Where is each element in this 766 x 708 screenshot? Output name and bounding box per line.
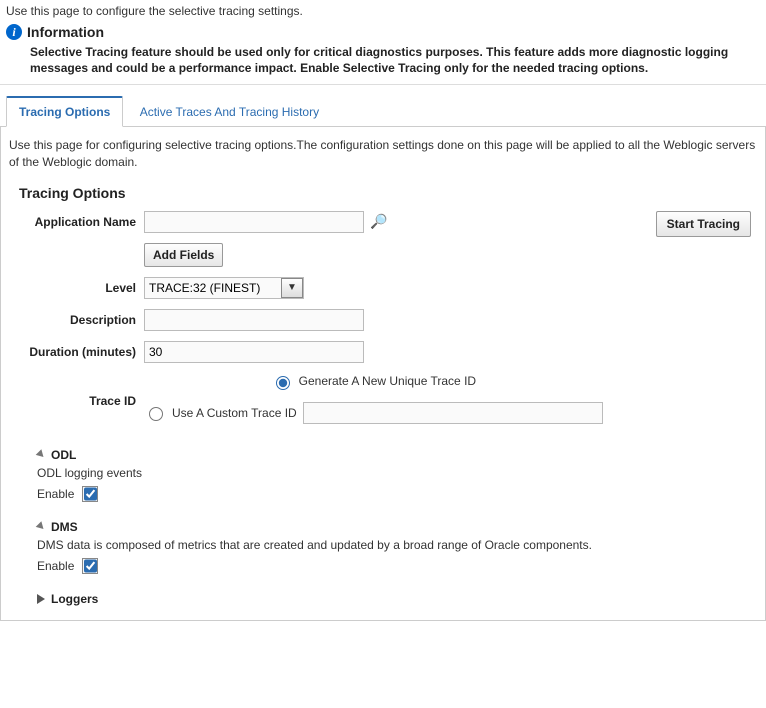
section-title: Tracing Options [19,185,757,201]
odl-title: ODL [51,448,76,462]
dms-title: DMS [51,520,78,534]
trace-id-custom-radio[interactable] [149,407,163,421]
tracing-options-panel: Use this page for configuring selective … [0,127,766,621]
trace-id-custom-label: Use A Custom Trace ID [172,406,297,420]
odl-section: ODL ODL logging events Enable [37,448,757,502]
application-name-label: Application Name [19,215,144,229]
dms-enable-checkbox[interactable] [84,559,97,573]
trace-id-generate-radio[interactable] [276,376,290,390]
description-label: Description [19,313,144,327]
tab-tracing-options[interactable]: Tracing Options [6,96,123,127]
odl-enable-checkbox[interactable] [84,487,97,501]
level-label: Level [19,281,144,295]
loggers-section: Loggers [37,592,757,606]
trace-id-custom-input [303,402,603,424]
application-name-input[interactable] [144,211,364,233]
start-tracing-button[interactable]: Start Tracing [656,211,751,237]
page-intro: Use this page to configure the selective… [0,0,766,20]
level-select[interactable] [144,277,304,299]
information-body: Selective Tracing feature should be used… [30,44,760,76]
trace-id-label: Trace ID [19,394,144,408]
trace-id-generate-label: Generate A New Unique Trace ID [299,374,476,388]
add-fields-button[interactable]: Add Fields [144,243,223,267]
loggers-title: Loggers [51,592,98,606]
dms-enable-label: Enable [37,559,74,573]
collapse-icon[interactable] [36,450,47,461]
information-panel: i Information Selective Tracing feature … [0,20,766,85]
tab-active-traces-history[interactable]: Active Traces And Tracing History [127,97,332,126]
tab-bar: Tracing Options Active Traces And Tracin… [0,95,766,127]
tracing-options-description: Use this page for configuring selective … [9,137,757,171]
odl-description: ODL logging events [37,466,757,480]
collapse-icon[interactable] [36,522,47,533]
chevron-down-icon[interactable]: ▼ [281,278,303,298]
dms-section: DMS DMS data is composed of metrics that… [37,520,757,574]
information-title: Information [27,24,104,40]
odl-enable-label: Enable [37,487,74,501]
duration-input[interactable] [144,341,364,363]
description-input[interactable] [144,309,364,331]
duration-label: Duration (minutes) [19,345,144,359]
expand-icon[interactable] [37,594,45,604]
info-icon: i [6,24,22,40]
search-icon[interactable]: 🔍 [370,213,387,230]
dms-description: DMS data is composed of metrics that are… [37,538,757,552]
